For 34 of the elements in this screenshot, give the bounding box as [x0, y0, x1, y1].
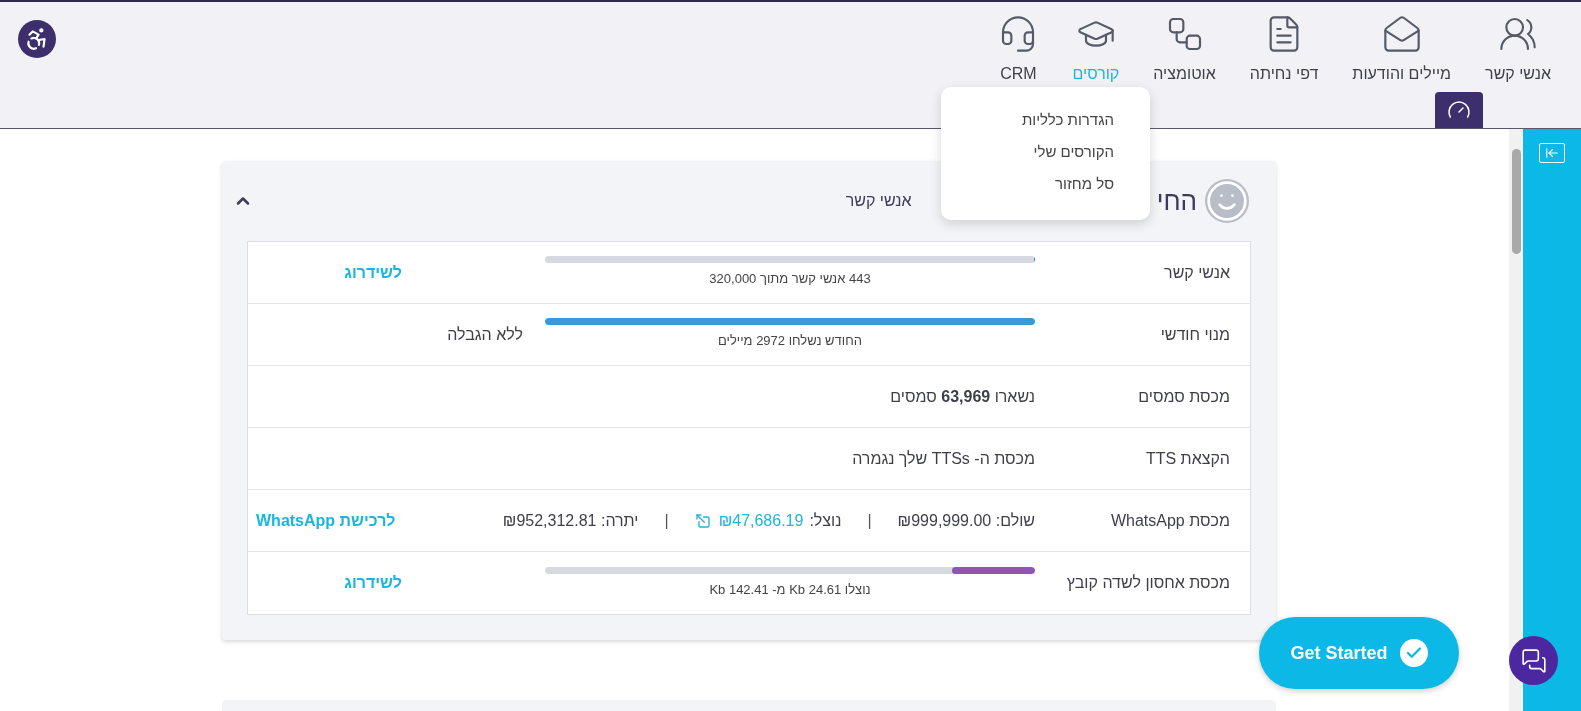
paid-amount: שולם: ₪999,999.00: [897, 510, 1035, 531]
scrollbar[interactable]: [1509, 129, 1523, 711]
accessibility-icon[interactable]: [18, 20, 56, 58]
card-subtitle: אנשי קשר: [845, 191, 912, 211]
chat-icon: [1520, 647, 1547, 674]
nav-item[interactable]: CRM: [998, 14, 1039, 86]
nav-item[interactable]: אנשי קשר: [1485, 14, 1551, 86]
row-label: מכסת סמסים: [1138, 387, 1230, 405]
check-icon: [1399, 639, 1428, 667]
row-label: מנוי חודשי: [1160, 325, 1230, 343]
card-title: החי: [1156, 184, 1197, 218]
dropdown-item[interactable]: הגדרות כלליות: [941, 109, 1114, 131]
smiley-icon: [1205, 179, 1249, 223]
unlimited-note: ללא הגבלה: [447, 324, 523, 345]
balance-amount: יתרה: ₪952,312.81: [502, 510, 639, 531]
envelope-icon: [1381, 14, 1422, 54]
used-label: נוצל:: [809, 510, 842, 531]
usage-caption: נוצלו 24.61 Kb מ- 142.41 Kb: [709, 580, 871, 599]
separator: |: [664, 510, 669, 531]
row-label: מכסת אחסון לשדה קובץ: [1066, 574, 1230, 591]
row-label: אנשי קשר: [1164, 263, 1230, 281]
dropdown-item[interactable]: סל מחזור: [941, 173, 1114, 195]
row-label: מכסת WhatsApp: [1110, 511, 1230, 529]
dropdown-item[interactable]: הקורסים שלי: [941, 141, 1114, 163]
used-amount: ₪47,686.19: [718, 510, 804, 531]
nav-item[interactable]: אוטומציה: [1153, 14, 1216, 86]
separator: |: [867, 510, 872, 531]
usage-caption: 443 אנשי קשר מתוך 320,000: [709, 270, 871, 289]
nav-item[interactable]: דפי נחיתה: [1249, 14, 1319, 86]
row-label: הקצאת TTS: [1145, 449, 1230, 467]
usage-caption: החודש נשלחו 2972 מיילים: [718, 332, 862, 351]
row-value: מכסת ה- TTSs שלך נגמרה: [852, 448, 1035, 469]
nav-item[interactable]: מיילים והודעות: [1352, 14, 1452, 86]
dashboard-tab[interactable]: [1435, 92, 1483, 128]
